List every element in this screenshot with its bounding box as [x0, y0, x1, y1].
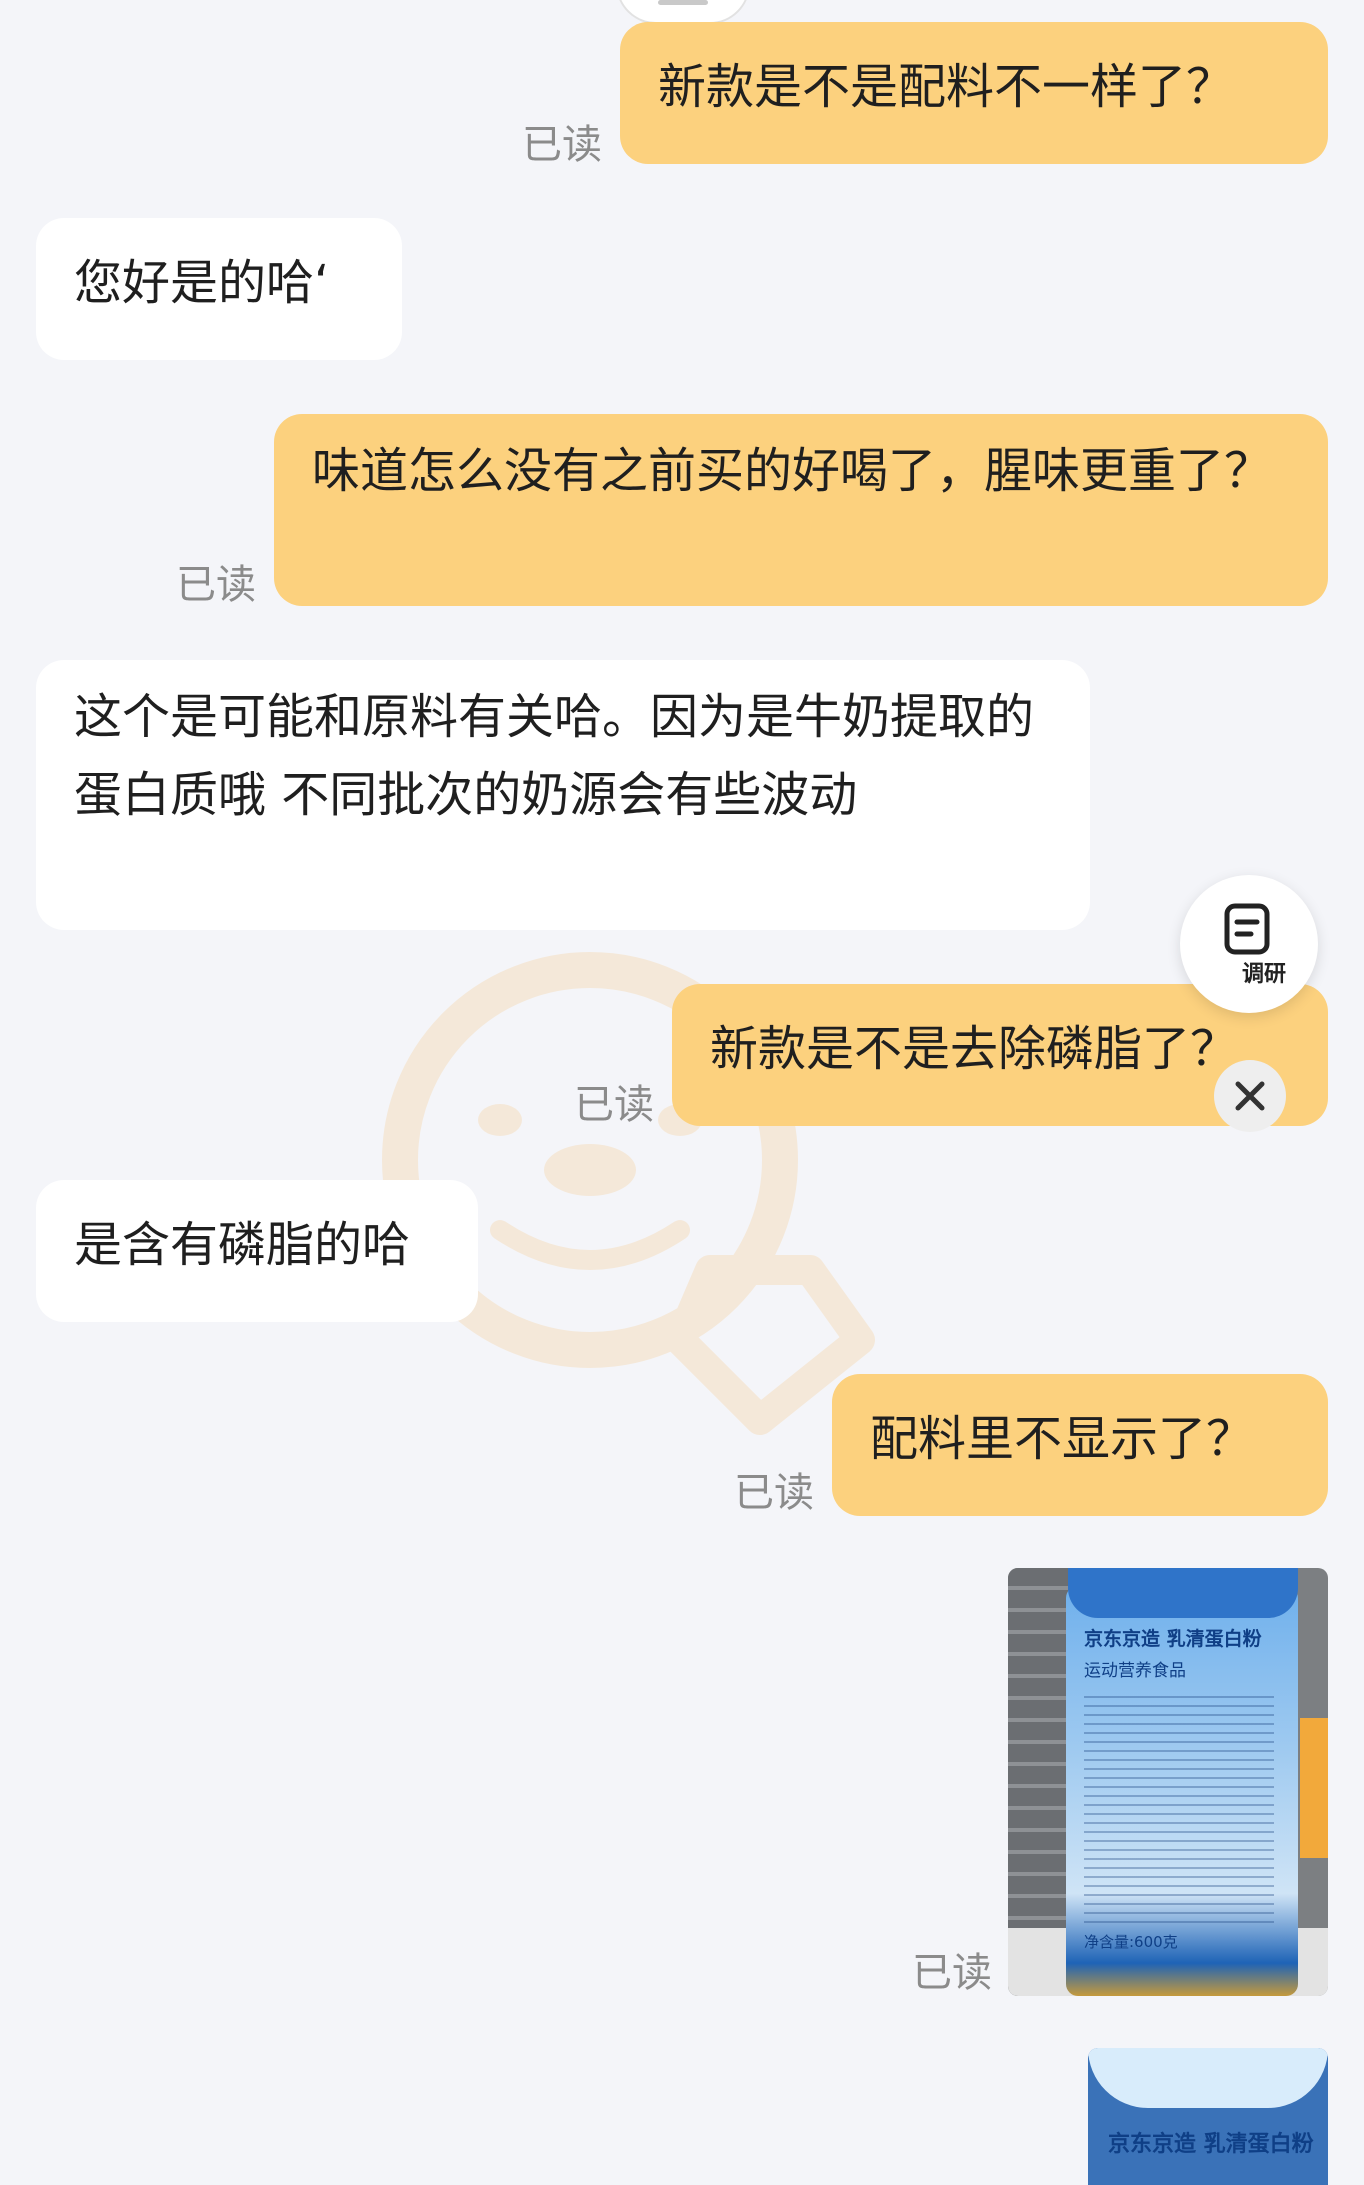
photo2-can-brand: 京东京造 乳清蛋白粉 [1108, 2132, 1314, 2157]
photo-can-lid [1068, 1568, 1298, 1618]
message-bubble-received[interactable]: 这个是可能和原料有关哈。因为是牛奶提取的蛋白质哦 不同批次的奶源会有些波动 [36, 660, 1090, 930]
survey-icon [1224, 903, 1270, 955]
survey-button[interactable]: 调研 [1180, 875, 1318, 1013]
photo-can-brand: 京东京造 乳清蛋白粉 [1084, 1628, 1262, 1650]
message-bubble-received[interactable]: 是含有磷脂的哈 [36, 1180, 478, 1322]
message-bubble-sent[interactable]: 新款是不是配料不一样了？ [620, 22, 1328, 164]
read-status: 已读 [574, 1082, 654, 1128]
photo-orange-object [1300, 1718, 1328, 1858]
pull-down-handle[interactable] [616, 0, 750, 24]
photo2-can-wave [1088, 2048, 1328, 2108]
message-bubble-sent[interactable]: 味道怎么没有之前买的好喝了，腥味更重了？ [274, 414, 1328, 606]
close-icon [1235, 1081, 1265, 1111]
read-status: 已读 [176, 562, 256, 608]
read-status: 已读 [522, 122, 602, 168]
read-status: 已读 [912, 1950, 992, 1996]
photo-can-subtitle: 运动营养食品 [1084, 1661, 1186, 1681]
read-status: 已读 [734, 1470, 814, 1516]
photo-can-net-weight: 净含量:600克 [1084, 1933, 1178, 1951]
close-survey-button[interactable] [1214, 1060, 1286, 1132]
survey-label: 调研 [1241, 962, 1286, 987]
photo-can: 京东京造 乳清蛋白粉 运动营养食品 净含量:600克 [1066, 1586, 1298, 1996]
message-bubble-sent[interactable]: 配料里不显示了？ [832, 1374, 1328, 1516]
message-bubble-received[interactable]: 您好是的哈‘ [36, 218, 402, 360]
photo-can-ingredients-text [1084, 1696, 1274, 1926]
message-image-product-can[interactable]: 京东京造 乳清蛋白粉 运动营养食品 净含量:600克 [1008, 1568, 1328, 1996]
message-image-product-can-2[interactable]: 京东京造 乳清蛋白粉 [1088, 2048, 1328, 2185]
